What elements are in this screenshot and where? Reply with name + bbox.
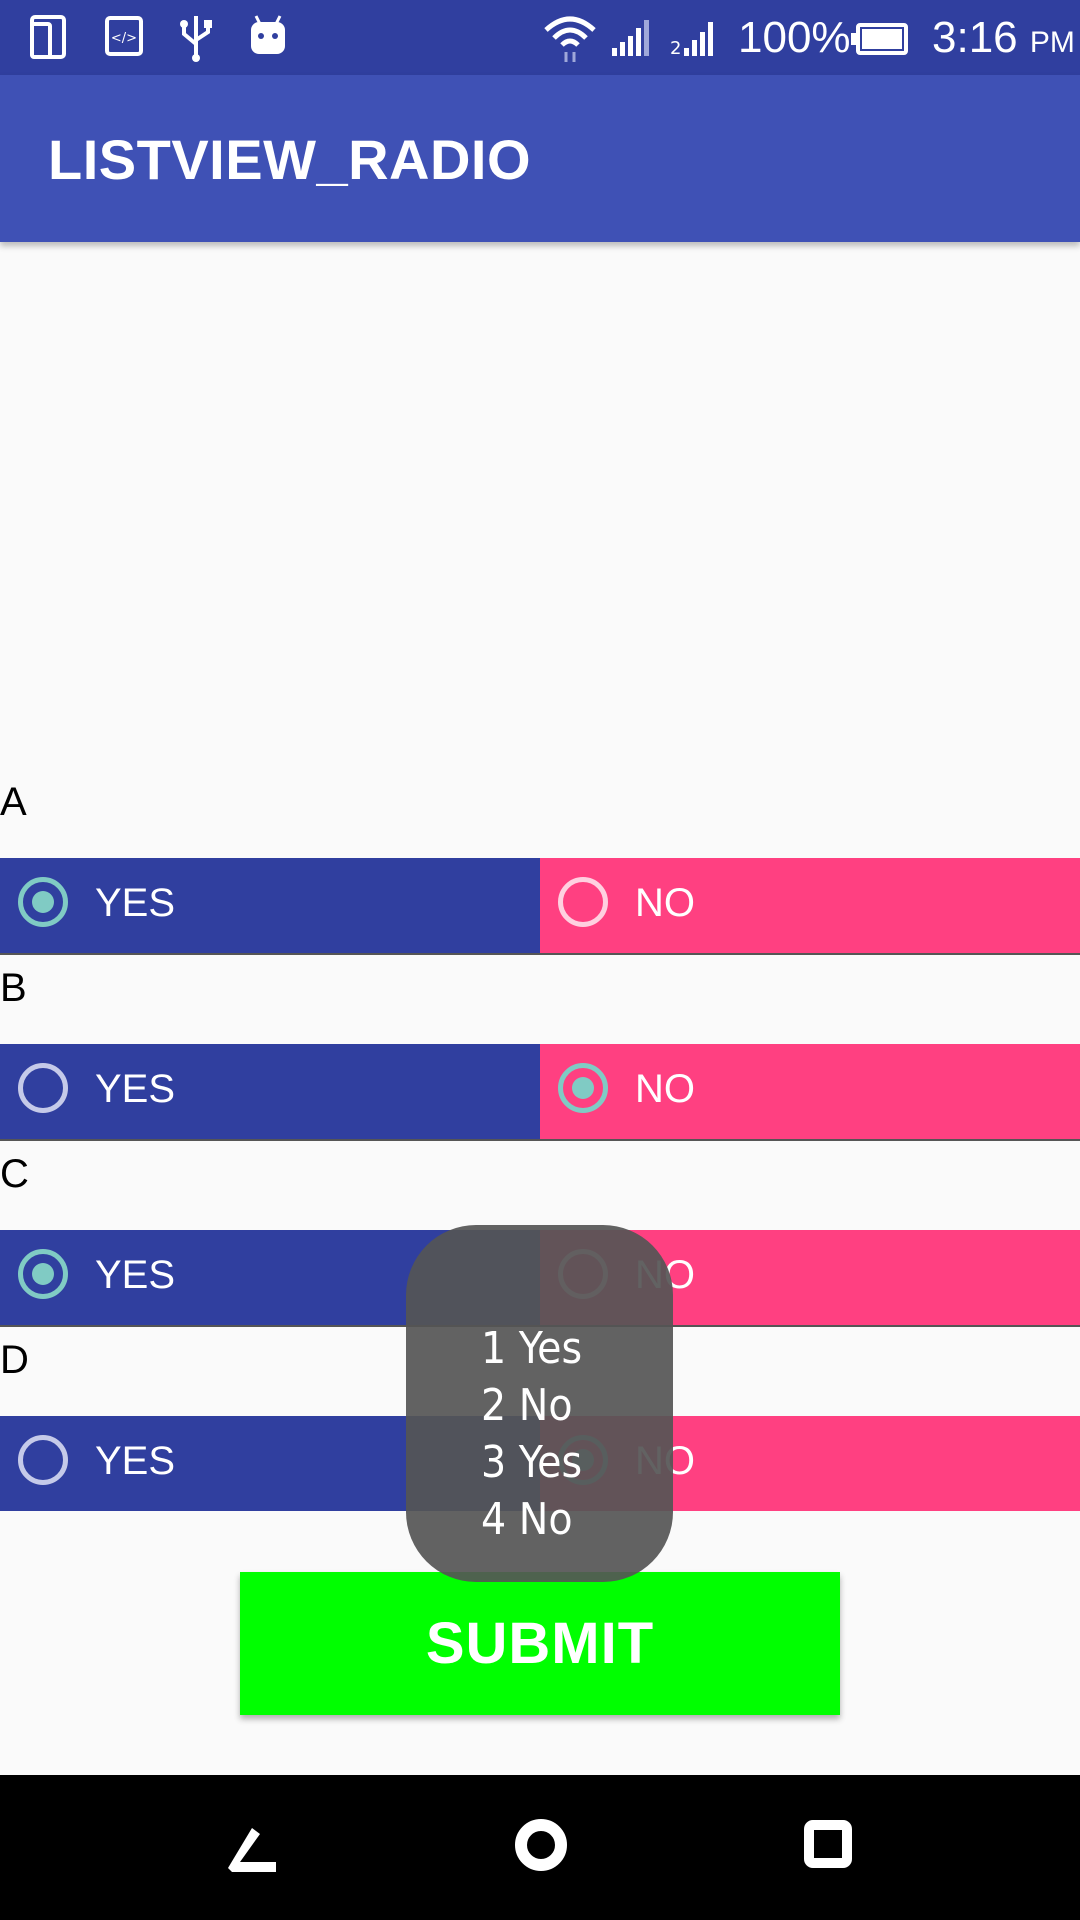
signal-2-icon: 2 [670, 18, 720, 63]
home-icon[interactable] [513, 1817, 569, 1878]
recents-icon[interactable] [804, 1819, 852, 1874]
radio-group-b: YES NO [0, 1044, 1080, 1141]
battery-percent: 100% [738, 13, 851, 62]
radio-group-a: YES NO [0, 858, 1080, 955]
radio-yes-label: YES [95, 881, 176, 925]
usb-icon [176, 14, 216, 67]
navigation-bar [0, 1775, 1080, 1920]
screen-mirror-icon [30, 14, 72, 65]
toast-message: 1 Yes 2 No 3 Yes 4 No [406, 1225, 673, 1582]
question-label-b: B [0, 966, 27, 1010]
radio-yes-label: YES [95, 1067, 176, 1111]
toast-line: 3 Yes [481, 1437, 583, 1488]
app-title: LISTVIEW_RADIO [48, 128, 532, 191]
question-label-a: A [0, 780, 27, 824]
radio-checked-icon [558, 1063, 608, 1113]
clock-ampm: PM [1029, 26, 1075, 59]
wifi-icon [542, 12, 598, 69]
radio-unchecked-icon [18, 1435, 68, 1485]
radio-no-label: NO [635, 881, 695, 925]
clock: 3:16 PM [932, 10, 1075, 71]
radio-unchecked-icon [558, 877, 608, 927]
question-label-d: D [0, 1338, 29, 1382]
radio-no-b[interactable]: NO [540, 1044, 1080, 1139]
radio-yes-b[interactable]: YES [0, 1044, 540, 1139]
svg-text:</>: </> [111, 31, 137, 46]
question-label-c: C [0, 1152, 29, 1196]
clock-time: 3:16 [932, 13, 1018, 62]
toast-line: 4 No [481, 1494, 573, 1545]
toast-line: 1 Yes [481, 1323, 583, 1374]
radio-yes-label: YES [95, 1439, 176, 1483]
status-bar: </> 2 100% 3:16 PM [0, 0, 1080, 75]
battery-icon [850, 22, 910, 61]
back-icon[interactable] [222, 1820, 280, 1881]
toast-line: 2 No [481, 1380, 573, 1431]
app-bar: LISTVIEW_RADIO [0, 75, 1080, 242]
radio-unchecked-icon [18, 1063, 68, 1113]
radio-checked-icon [18, 1249, 68, 1299]
submit-button[interactable]: SUBMIT [240, 1572, 840, 1715]
svg-text:2: 2 [670, 38, 681, 58]
developer-code-icon: </> [104, 14, 146, 65]
radio-no-a[interactable]: NO [540, 858, 1080, 953]
radio-no-label: NO [635, 1067, 695, 1111]
radio-checked-icon [18, 877, 68, 927]
signal-icon [608, 18, 656, 63]
radio-yes-a[interactable]: YES [0, 858, 540, 953]
radio-yes-label: YES [95, 1253, 176, 1297]
android-debug-icon [248, 14, 288, 63]
